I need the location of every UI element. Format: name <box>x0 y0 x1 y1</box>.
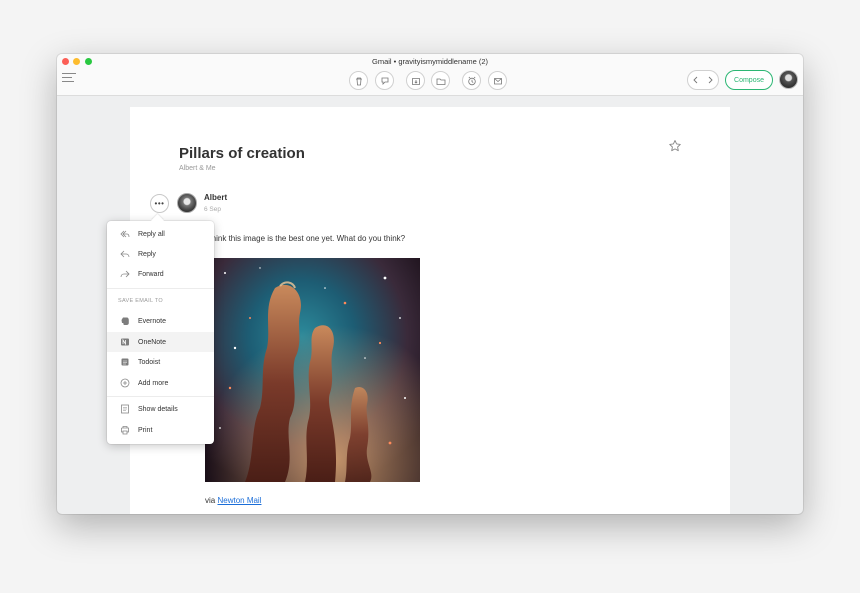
chevron-left-icon[interactable] <box>692 76 699 84</box>
snooze-icon <box>467 76 476 85</box>
move-folder-button[interactable] <box>431 71 450 90</box>
menu-item-show-details[interactable]: Show details <box>107 399 214 419</box>
via-prefix: via <box>205 496 216 505</box>
menu-item-forward[interactable]: Forward <box>107 264 214 284</box>
more-options-menu: Reply all Reply Forward SAVE EMAIL TO Ev… <box>107 214 214 444</box>
onenote-icon <box>121 338 129 346</box>
menu-section-label: SAVE EMAIL TO <box>118 298 163 304</box>
menu-item-label: Reply all <box>138 230 165 238</box>
archive-icon <box>411 77 420 85</box>
menu-item-print[interactable]: Print <box>107 420 214 440</box>
reply-all-icon <box>120 230 130 238</box>
menu-item-label: Evernote <box>138 317 167 325</box>
star-icon[interactable] <box>668 139 682 153</box>
menu-item-todoist[interactable]: Todoist <box>107 352 214 372</box>
menu-item-label: OneNote <box>138 338 167 346</box>
menu-divider <box>107 288 214 289</box>
menu-item-reply-all[interactable]: Reply all <box>107 224 214 244</box>
trash-button[interactable] <box>349 71 368 90</box>
spam-icon <box>381 77 388 85</box>
archive-button[interactable] <box>406 71 425 90</box>
reply-icon <box>120 250 130 258</box>
print-icon <box>121 426 129 435</box>
title-bar: Gmail • gravityismymiddlename (2) Compos… <box>57 54 803 96</box>
menu-divider <box>107 396 214 397</box>
trash-icon <box>355 77 362 85</box>
menu-item-label: Show details <box>138 405 178 413</box>
more-options-button[interactable]: ••• <box>150 194 169 213</box>
menu-item-add-more[interactable]: Add more <box>107 373 214 393</box>
todoist-icon <box>121 358 129 366</box>
message-nav <box>687 70 719 90</box>
email-subject: Pillars of creation <box>179 145 305 162</box>
chevron-right-icon[interactable] <box>707 76 714 84</box>
menu-item-label: Reply <box>138 250 156 258</box>
mark-unread-icon <box>493 77 502 84</box>
nebula-image <box>205 258 420 482</box>
snooze-button[interactable] <box>462 71 481 90</box>
menu-item-reply[interactable]: Reply <box>107 244 214 264</box>
spam-button[interactable] <box>375 71 394 90</box>
window-title: Gmail • gravityismymiddlename (2) <box>372 57 488 66</box>
forward-icon <box>120 270 130 278</box>
menu-item-label: Todoist <box>138 358 161 366</box>
mark-unread-button[interactable] <box>488 71 507 90</box>
menu-item-label: Add more <box>138 379 169 387</box>
menu-item-onenote[interactable]: OneNote <box>107 332 214 352</box>
email-card: Pillars of creation Albert & Me ••• Albe… <box>130 107 730 514</box>
sender-avatar <box>177 193 197 213</box>
sender-date: 6 Sep <box>204 206 221 213</box>
newton-mail-link[interactable]: Newton Mail <box>217 496 261 505</box>
menu-item-evernote[interactable]: Evernote <box>107 311 214 331</box>
signature: via Newton Mail <box>205 496 261 505</box>
email-participants: Albert & Me <box>179 165 216 172</box>
add-icon <box>120 378 130 388</box>
sender-name: Albert <box>204 193 228 202</box>
compose-button[interactable]: Compose <box>725 70 773 90</box>
email-body: I think this image is the best one yet. … <box>205 234 406 243</box>
account-avatar[interactable] <box>779 70 798 89</box>
details-icon <box>121 404 129 414</box>
menu-item-label: Print <box>138 426 153 434</box>
evernote-icon <box>121 317 129 325</box>
menu-item-label: Forward <box>138 270 164 278</box>
folder-icon <box>436 78 445 85</box>
menu-icon[interactable] <box>62 73 76 83</box>
